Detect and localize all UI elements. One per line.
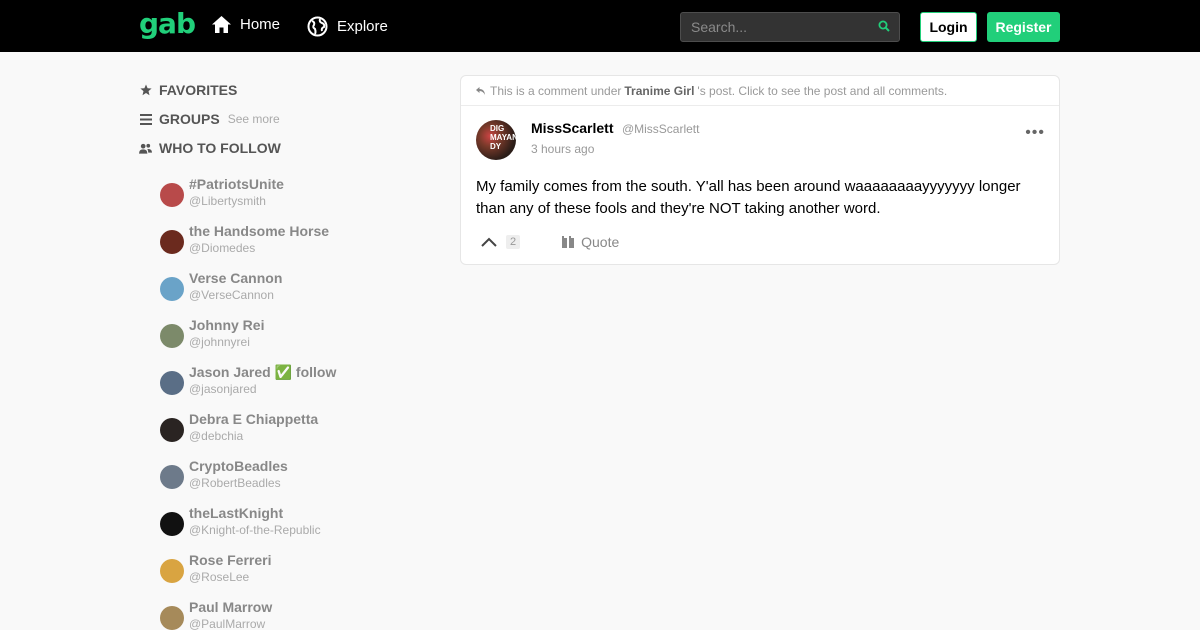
star-icon — [139, 84, 152, 96]
post-card: This is a comment under Tranime Girl 's … — [460, 75, 1060, 265]
follow-user-handle[interactable]: @VerseCannon — [189, 287, 282, 303]
follow-item[interactable]: theLastKnight @Knight-of-the-Republic — [160, 497, 419, 544]
nav-home-label: Home — [240, 16, 281, 33]
follow-user-handle[interactable]: @RobertBeadles — [189, 475, 288, 491]
follow-user-handle[interactable]: @PaulMarrow — [189, 616, 272, 630]
follow-item-names: theLastKnight @Knight-of-the-Republic — [189, 504, 321, 538]
login-button[interactable]: Login — [920, 12, 977, 42]
follow-user-name[interactable]: Paul Marrow — [189, 598, 272, 616]
follow-user-name[interactable]: theLastKnight — [189, 504, 321, 522]
avatar[interactable] — [160, 605, 184, 630]
search-input[interactable] — [681, 13, 861, 41]
follow-user-handle[interactable]: @RoseLee — [189, 569, 271, 585]
follow-user-handle[interactable]: @Diomedes — [189, 240, 329, 256]
follow-item[interactable]: the Handsome Horse @Diomedes — [160, 215, 419, 262]
follow-item-names: Debra E Chiappetta @debchia — [189, 410, 318, 444]
more-options-button[interactable]: ••• — [1025, 124, 1045, 142]
follow-item[interactable]: Debra E Chiappetta @debchia — [160, 403, 419, 450]
avatar[interactable] — [160, 464, 184, 489]
sidebar-groups[interactable]: GROUPS See more — [139, 109, 419, 129]
post-author-name[interactable]: MissScarlett — [531, 120, 613, 136]
follow-user-name[interactable]: Rose Ferreri — [189, 551, 271, 569]
follow-item-names: #PatriotsUnite @Libertysmith — [189, 175, 284, 209]
reply-icon — [476, 86, 485, 95]
follow-user-name[interactable]: Debra E Chiappetta — [189, 410, 318, 428]
follow-user-name[interactable]: CryptoBeadles — [189, 457, 288, 475]
favorites-label: FAVORITES — [159, 82, 238, 98]
avatar-text: DIG MAYAN DY — [490, 124, 516, 151]
top-bar: gab Home Explore Login Register — [0, 0, 1200, 52]
notice-suffix: 's post. Click to see the post and all c… — [697, 83, 948, 98]
who-to-follow-label: WHO TO FOLLOW — [159, 140, 281, 156]
avatar[interactable] — [160, 511, 184, 536]
home-icon — [212, 16, 231, 33]
follow-user-name[interactable]: #PatriotsUnite — [189, 175, 284, 193]
avatar[interactable] — [160, 182, 184, 207]
follow-item-names: Rose Ferreri @RoseLee — [189, 551, 271, 585]
follow-item-names: the Handsome Horse @Diomedes — [189, 222, 329, 256]
follow-item[interactable]: Johnny Rei @johnnyrei — [160, 309, 419, 356]
follow-user-name[interactable]: Verse Cannon — [189, 269, 282, 287]
post-body: My family comes from the south. Y'all ha… — [476, 178, 1021, 217]
avatar[interactable] — [160, 417, 184, 442]
avatar[interactable] — [160, 323, 184, 348]
sidebar-who-to-follow[interactable]: WHO TO FOLLOW — [139, 138, 419, 158]
follow-user-handle[interactable]: @debchia — [189, 428, 318, 444]
nav-explore-label: Explore — [337, 18, 388, 35]
avatar[interactable] — [160, 370, 184, 395]
post-timestamp[interactable]: 3 hours ago — [531, 142, 699, 156]
follow-item[interactable]: Rose Ferreri @RoseLee — [160, 544, 419, 591]
quote-icon — [562, 235, 575, 248]
post-header: DIG MAYAN DY MissScarlett @MissScarlett … — [476, 120, 699, 160]
nav-explore[interactable]: Explore — [307, 16, 388, 37]
follow-user-name[interactable]: Johnny Rei — [189, 316, 264, 334]
comment-notice[interactable]: This is a comment under Tranime Girl 's … — [461, 76, 1059, 106]
follow-user-name[interactable]: Jason Jared ✅ follow — [189, 363, 336, 381]
follow-user-handle[interactable]: @Libertysmith — [189, 193, 284, 209]
quote-label: Quote — [581, 234, 620, 250]
follow-item[interactable]: #PatriotsUnite @Libertysmith — [160, 168, 419, 215]
follow-item-names: Jason Jared ✅ follow @jasonjared — [189, 363, 336, 397]
follow-item[interactable]: Paul Marrow @PaulMarrow — [160, 591, 419, 630]
globe-icon — [307, 16, 328, 37]
follow-user-handle[interactable]: @johnnyrei — [189, 334, 264, 350]
register-button[interactable]: Register — [987, 12, 1060, 42]
notice-user-link[interactable]: Tranime Girl — [624, 84, 694, 98]
follow-list: #PatriotsUnite @Libertysmith the Handsome … — [160, 168, 419, 630]
follow-user-handle[interactable]: @jasonjared — [189, 381, 336, 397]
quote-button[interactable]: Quote — [562, 234, 619, 250]
list-icon — [139, 113, 152, 125]
follow-item-names: CryptoBeadles @RobertBeadles — [189, 457, 288, 491]
follow-item[interactable]: CryptoBeadles @RobertBeadles — [160, 450, 419, 497]
follow-item[interactable]: Jason Jared ✅ follow @jasonjared — [160, 356, 419, 403]
nav-home[interactable]: Home — [212, 16, 280, 33]
avatar[interactable] — [160, 229, 184, 254]
upvote-count: 2 — [506, 235, 521, 249]
post-actions: 2 Quote — [481, 234, 619, 250]
avatar[interactable] — [160, 276, 184, 301]
notice-prefix: This is a comment under — [490, 83, 622, 98]
gab-logo[interactable]: gab — [139, 9, 196, 39]
groups-label: GROUPS — [159, 111, 220, 127]
avatar[interactable]: DIG MAYAN DY — [476, 120, 516, 160]
search-box — [680, 12, 900, 42]
avatar[interactable] — [160, 558, 184, 583]
follow-item-names: Verse Cannon @VerseCannon — [189, 269, 282, 303]
sidebar: FAVORITES GROUPS See more WHO TO FOLLOW … — [139, 80, 419, 630]
follow-user-name[interactable]: the Handsome Horse — [189, 222, 329, 240]
sidebar-favorites[interactable]: FAVORITES — [139, 80, 419, 100]
follow-item[interactable]: Verse Cannon @VerseCannon — [160, 262, 419, 309]
follow-item-names: Paul Marrow @PaulMarrow — [189, 598, 272, 630]
post-author-handle[interactable]: @MissScarlett — [622, 122, 700, 136]
groups-see-more-link[interactable]: See more — [228, 112, 280, 126]
users-icon — [139, 143, 152, 154]
upvote-button[interactable]: 2 — [481, 235, 521, 249]
search-icon[interactable] — [878, 20, 890, 32]
follow-item-names: Johnny Rei @johnnyrei — [189, 316, 264, 350]
follow-user-handle[interactable]: @Knight-of-the-Republic — [189, 522, 321, 538]
chevron-up-icon — [481, 237, 497, 247]
